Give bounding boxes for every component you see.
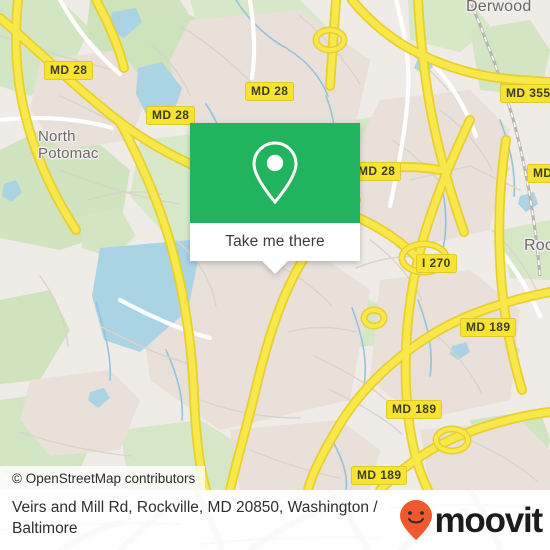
moovit-logo[interactable]: moovit (399, 499, 543, 541)
moovit-map-screenshot: North Potomac Derwood Rockville MD 28 MD… (0, 0, 550, 550)
map-pin-icon (252, 141, 298, 205)
map-callout-card[interactable]: Take me there (190, 123, 360, 274)
shield-md-28-1[interactable]: MD 28 (44, 61, 94, 80)
take-me-there-button[interactable]: Take me there (225, 233, 325, 251)
shield-i-270[interactable]: I 270 (416, 254, 457, 273)
footer-bar: Veirs and Mill Rd, Rockville, MD 20850, … (0, 490, 550, 550)
shield-md-189-3[interactable]: MD 189 (351, 466, 408, 485)
moovit-wordmark: moovit (434, 500, 543, 540)
callout-image-area (190, 123, 360, 223)
shield-md-28-3[interactable]: MD 28 (245, 82, 295, 101)
osm-attribution[interactable]: © OpenStreetMap contributors (0, 466, 206, 490)
map-canvas[interactable]: North Potomac Derwood Rockville MD 28 MD… (0, 0, 550, 490)
shield-md-right[interactable]: MD (527, 164, 550, 183)
shield-md-189-2[interactable]: MD 189 (386, 400, 443, 419)
shield-md-355[interactable]: MD 355 (500, 84, 550, 103)
moovit-pin-icon (400, 500, 433, 540)
callout-tail (262, 261, 288, 274)
shield-md-189-1[interactable]: MD 189 (460, 318, 517, 337)
callout-action-bar[interactable]: Take me there (190, 223, 360, 261)
location-caption: Veirs and Mill Rd, Rockville, MD 20850, … (12, 499, 378, 537)
shield-md-28-2[interactable]: MD 28 (146, 106, 196, 125)
osm-attribution-text: © OpenStreetMap contributors (12, 470, 196, 486)
